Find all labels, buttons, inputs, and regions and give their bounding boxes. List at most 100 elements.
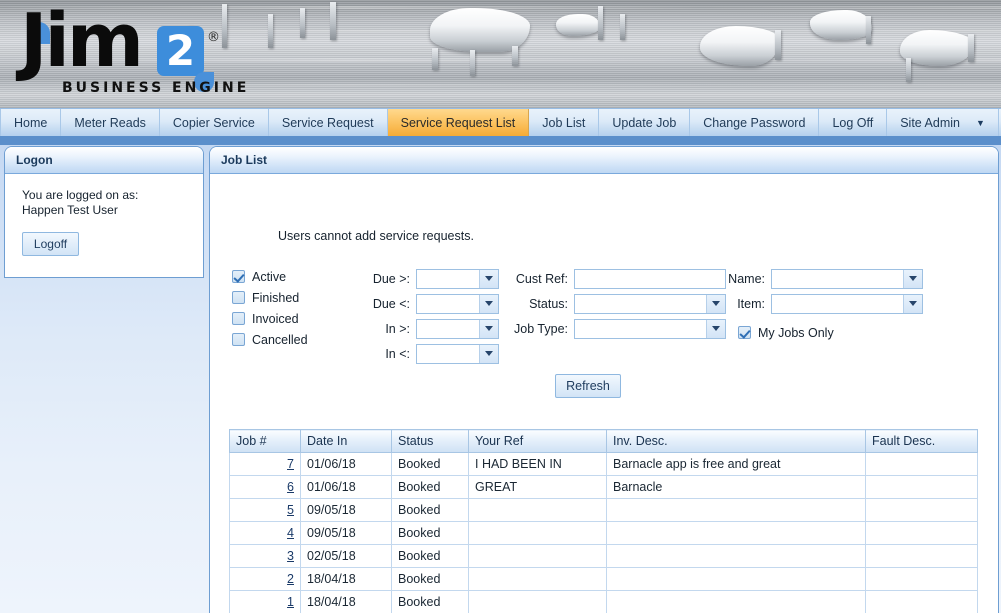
banner-map-wall bbox=[300, 8, 305, 38]
checkbox-finished[interactable] bbox=[232, 291, 245, 304]
job-number-link[interactable]: 4 bbox=[287, 526, 294, 540]
lookup-filter-dropdown-item[interactable] bbox=[771, 294, 923, 314]
my-jobs-only-checkbox[interactable] bbox=[738, 326, 751, 339]
status-checkbox-row-invoiced[interactable]: Invoiced bbox=[232, 308, 308, 329]
logon-panel: Logon You are logged on as: Happen Test … bbox=[4, 146, 204, 278]
logo-tagline: BUSINESS ENGINE bbox=[62, 80, 249, 96]
job-list-panel: Job List Users cannot add service reques… bbox=[209, 146, 999, 613]
nav-tab-meter-reads[interactable]: Meter Reads bbox=[61, 109, 160, 136]
status-checkbox-row-active[interactable]: Active bbox=[232, 266, 308, 287]
main-navigation: HomeMeter Reads Copier Service Service Req… bbox=[0, 108, 1001, 136]
table-row: 118/04/18Booked bbox=[230, 591, 978, 613]
banner-map-wall bbox=[775, 30, 781, 60]
logo-wordmark: Jim bbox=[20, 4, 141, 78]
registered-trademark-icon: ® bbox=[207, 30, 220, 45]
checkbox-invoiced[interactable] bbox=[232, 312, 245, 325]
nav-tab-change-password[interactable]: Change Password bbox=[690, 109, 819, 136]
nav-tab-list: HomeMeter Reads Copier Service Service Req… bbox=[0, 109, 1001, 136]
date-filter-dropdown-value bbox=[417, 295, 479, 313]
date-filter-label-due: Due <: bbox=[355, 297, 416, 311]
table-column-header[interactable]: Your Ref bbox=[469, 430, 607, 453]
table-column-header[interactable]: Date In bbox=[301, 430, 392, 453]
nav-tab-service-request[interactable]: Service Request bbox=[269, 109, 388, 136]
nav-tab-job-list[interactable]: Job List bbox=[529, 109, 599, 136]
nav-tab-site-admin[interactable]: Site Admin▼ bbox=[887, 109, 999, 136]
site-logo[interactable]: Jim 2 ® BUSINESS ENGINE bbox=[14, 10, 244, 98]
lookup-filter-dropdown-value bbox=[772, 295, 903, 313]
chevron-down-icon[interactable] bbox=[903, 295, 922, 313]
my-jobs-only-row[interactable]: My Jobs Only bbox=[738, 322, 923, 343]
job-number-link[interactable]: 5 bbox=[287, 503, 294, 517]
detail-filter-dropdown-status[interactable] bbox=[574, 294, 726, 314]
nav-tab-log-off[interactable]: Log Off bbox=[819, 109, 887, 136]
table-row: 218/04/18Booked bbox=[230, 568, 978, 591]
table-column-header[interactable]: Fault Desc. bbox=[866, 430, 978, 453]
date-filter-dropdown-in[interactable] bbox=[416, 319, 499, 339]
table-cell-date-in: 01/06/18 bbox=[301, 476, 392, 499]
date-filter-row-due: Due >: bbox=[355, 266, 499, 291]
table-column-header[interactable]: Status bbox=[392, 430, 469, 453]
date-filter-dropdown-in[interactable] bbox=[416, 344, 499, 364]
lookup-filter-label-item: Item: bbox=[720, 297, 771, 311]
status-checkbox-row-finished[interactable]: Finished bbox=[232, 287, 308, 308]
table-cell-inv-desc bbox=[607, 522, 866, 545]
nav-tab-update-job[interactable]: Update Job bbox=[599, 109, 690, 136]
table-cell-your-ref: GREAT bbox=[469, 476, 607, 499]
nav-tab-label: Log Off bbox=[832, 116, 873, 130]
checkbox-label: Cancelled bbox=[252, 333, 308, 347]
nav-tab-home[interactable]: Home bbox=[0, 109, 61, 136]
table-cell-status: Booked bbox=[392, 476, 469, 499]
table-cell-date-in: 01/06/18 bbox=[301, 453, 392, 476]
job-number-link[interactable]: 2 bbox=[287, 572, 294, 586]
service-request-notice: Users cannot add service requests. bbox=[278, 229, 474, 243]
refresh-button[interactable]: Refresh bbox=[555, 374, 621, 398]
nav-tab-label: Copier Service bbox=[173, 116, 255, 130]
checkbox-active[interactable] bbox=[232, 270, 245, 283]
job-number-cell: 3 bbox=[230, 545, 301, 568]
date-filter-dropdown-due[interactable] bbox=[416, 269, 499, 289]
job-number-link[interactable]: 1 bbox=[287, 595, 294, 609]
table-cell-status: Booked bbox=[392, 453, 469, 476]
nav-tab-service-request-list[interactable]: Service Request List bbox=[388, 109, 530, 136]
chevron-down-icon[interactable] bbox=[903, 270, 922, 288]
chevron-down-icon[interactable]: ▼ bbox=[976, 118, 985, 128]
status-checkbox-row-cancelled[interactable]: Cancelled bbox=[232, 329, 308, 350]
table-cell-status: Booked bbox=[392, 591, 469, 613]
job-number-cell: 6 bbox=[230, 476, 301, 499]
detail-filter-dropdown-job-type[interactable] bbox=[574, 319, 726, 339]
logoff-button[interactable]: Logoff bbox=[22, 232, 79, 256]
table-row: 701/06/18BookedI HAD BEEN INBarnacle app… bbox=[230, 453, 978, 476]
date-filter-label-due: Due >: bbox=[355, 272, 416, 286]
lookup-filter-row-name: Name: bbox=[720, 266, 923, 291]
checkbox-cancelled[interactable] bbox=[232, 333, 245, 346]
banner-map-landmass bbox=[700, 26, 780, 66]
table-cell-your-ref bbox=[469, 591, 607, 613]
banner-map-wall bbox=[470, 50, 475, 76]
date-filter-label-in: In <: bbox=[355, 347, 416, 361]
detail-filter-group: Cust Ref:Status:Job Type: bbox=[495, 266, 726, 341]
logo-two-text: 2 bbox=[157, 26, 204, 76]
nav-tab-label: Service Request bbox=[282, 116, 374, 130]
date-filter-dropdown-due[interactable] bbox=[416, 294, 499, 314]
detail-filter-label-cust-ref: Cust Ref: bbox=[495, 272, 574, 286]
job-number-link[interactable]: 3 bbox=[287, 549, 294, 563]
detail-filter-input-cust-ref[interactable] bbox=[574, 269, 726, 289]
table-row: 601/06/18BookedGREATBarnacle bbox=[230, 476, 978, 499]
table-cell-inv-desc bbox=[607, 568, 866, 591]
table-column-header[interactable]: Job # bbox=[230, 430, 301, 453]
nav-tab-copier-service[interactable]: Copier Service bbox=[160, 109, 269, 136]
table-cell-inv-desc bbox=[607, 591, 866, 613]
table-cell-date-in: 09/05/18 bbox=[301, 522, 392, 545]
date-filter-group: Due >:Due <:In >:In <: bbox=[355, 266, 499, 366]
table-row: 509/05/18Booked bbox=[230, 499, 978, 522]
chevron-down-icon[interactable] bbox=[479, 345, 498, 363]
job-number-link[interactable]: 7 bbox=[287, 457, 294, 471]
table-cell-status: Booked bbox=[392, 568, 469, 591]
job-number-link[interactable]: 6 bbox=[287, 480, 294, 494]
job-number-cell: 5 bbox=[230, 499, 301, 522]
table-cell-fault-desc bbox=[866, 522, 978, 545]
banner-streak bbox=[0, 6, 1001, 9]
lookup-filter-dropdown-name[interactable] bbox=[771, 269, 923, 289]
table-column-header[interactable]: Inv. Desc. bbox=[607, 430, 866, 453]
banner-map-wall bbox=[432, 48, 438, 70]
